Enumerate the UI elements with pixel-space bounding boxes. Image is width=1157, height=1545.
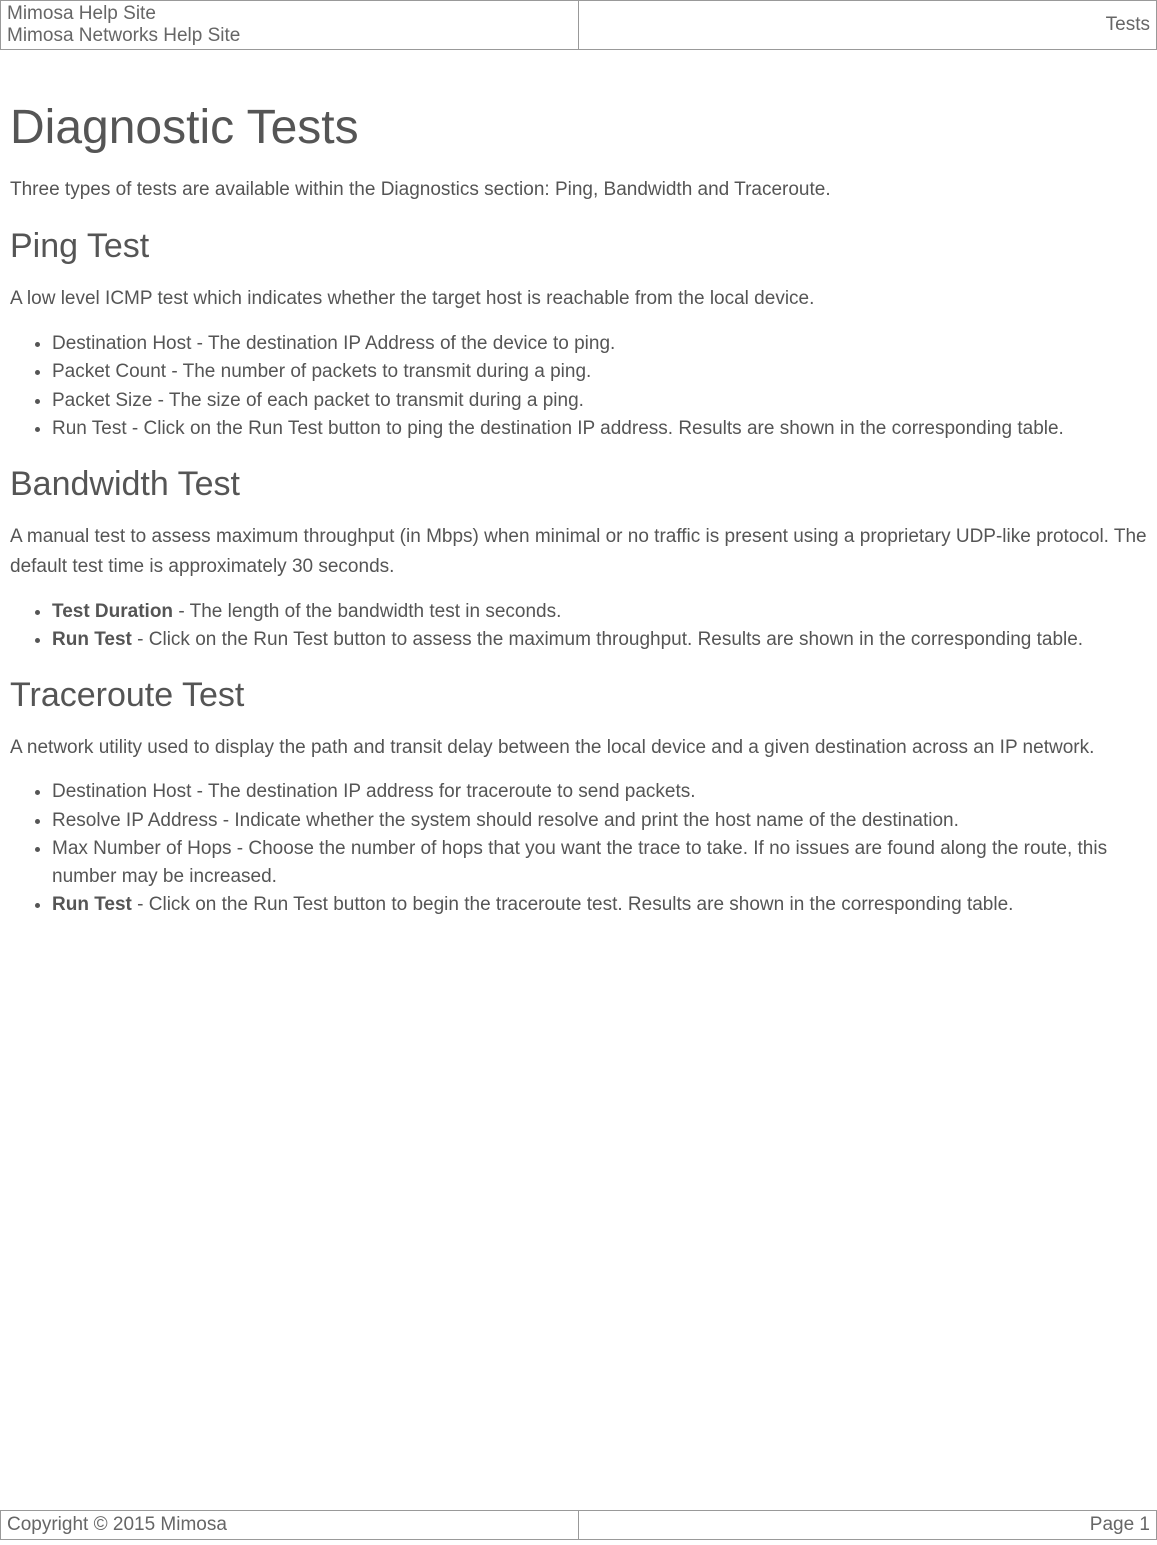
header-site-title: Mimosa Help Site [7,3,572,25]
page-header: Mimosa Help Site Mimosa Networks Help Si… [0,0,1157,50]
page-content: Diagnostic Tests Three types of tests ar… [0,50,1157,919]
list-item-text: Max Number of Hops - Choose the number o… [52,838,1107,887]
list-item-text: - Click on the Run Test button to begin … [132,894,1014,915]
list-item-text: Destination Host - The destination IP Ad… [52,333,615,354]
footer-page-number: Page 1 [579,1511,1157,1540]
ping-heading: Ping Test [10,227,1147,266]
bandwidth-heading: Bandwidth Test [10,465,1147,504]
ping-list: Destination Host - The destination IP Ad… [10,330,1147,443]
header-left-cell: Mimosa Help Site Mimosa Networks Help Si… [1,1,579,50]
list-item: Max Number of Hops - Choose the number o… [52,835,1147,890]
list-item-text: - Click on the Run Test button to assess… [132,629,1083,650]
page-footer: Copyright © 2015 Mimosa Page 1 [0,1510,1157,1540]
bandwidth-list: Test Duration - The length of the bandwi… [10,598,1147,654]
list-item: Destination Host - The destination IP Ad… [52,330,1147,358]
header-section-label: Tests [1106,14,1150,35]
list-item: Destination Host - The destination IP ad… [52,778,1147,806]
list-item-text: Run Test - Click on the Run Test button … [52,418,1064,439]
traceroute-description: A network utility used to display the pa… [10,733,1147,763]
list-item: Run Test - Click on the Run Test button … [52,891,1147,919]
list-item-text: - The length of the bandwidth test in se… [173,601,561,622]
list-item: Packet Size - The size of each packet to… [52,387,1147,415]
header-site-subtitle: Mimosa Networks Help Site [7,25,572,47]
list-item: Packet Count - The number of packets to … [52,358,1147,386]
list-item-text: Resolve IP Address - Indicate whether th… [52,810,959,831]
traceroute-list: Destination Host - The destination IP ad… [10,778,1147,919]
page-title: Diagnostic Tests [10,100,1147,155]
list-item-text: Packet Size - The size of each packet to… [52,390,584,411]
list-item-text: Packet Count - The number of packets to … [52,361,591,382]
intro-paragraph: Three types of tests are available withi… [10,175,1147,205]
header-right-cell: Tests [579,1,1157,50]
list-item: Resolve IP Address - Indicate whether th… [52,807,1147,835]
footer-copyright: Copyright © 2015 Mimosa [1,1511,579,1540]
bandwidth-description: A manual test to assess maximum throughp… [10,522,1147,583]
list-item: Run Test - Click on the Run Test button … [52,626,1147,654]
list-item: Test Duration - The length of the bandwi… [52,598,1147,626]
list-item: Run Test - Click on the Run Test button … [52,415,1147,443]
list-item-bold: Run Test [52,894,132,915]
list-item-bold: Run Test [52,629,132,650]
traceroute-heading: Traceroute Test [10,676,1147,715]
list-item-text: Destination Host - The destination IP ad… [52,781,696,802]
list-item-bold: Test Duration [52,601,173,622]
ping-description: A low level ICMP test which indicates wh… [10,284,1147,314]
